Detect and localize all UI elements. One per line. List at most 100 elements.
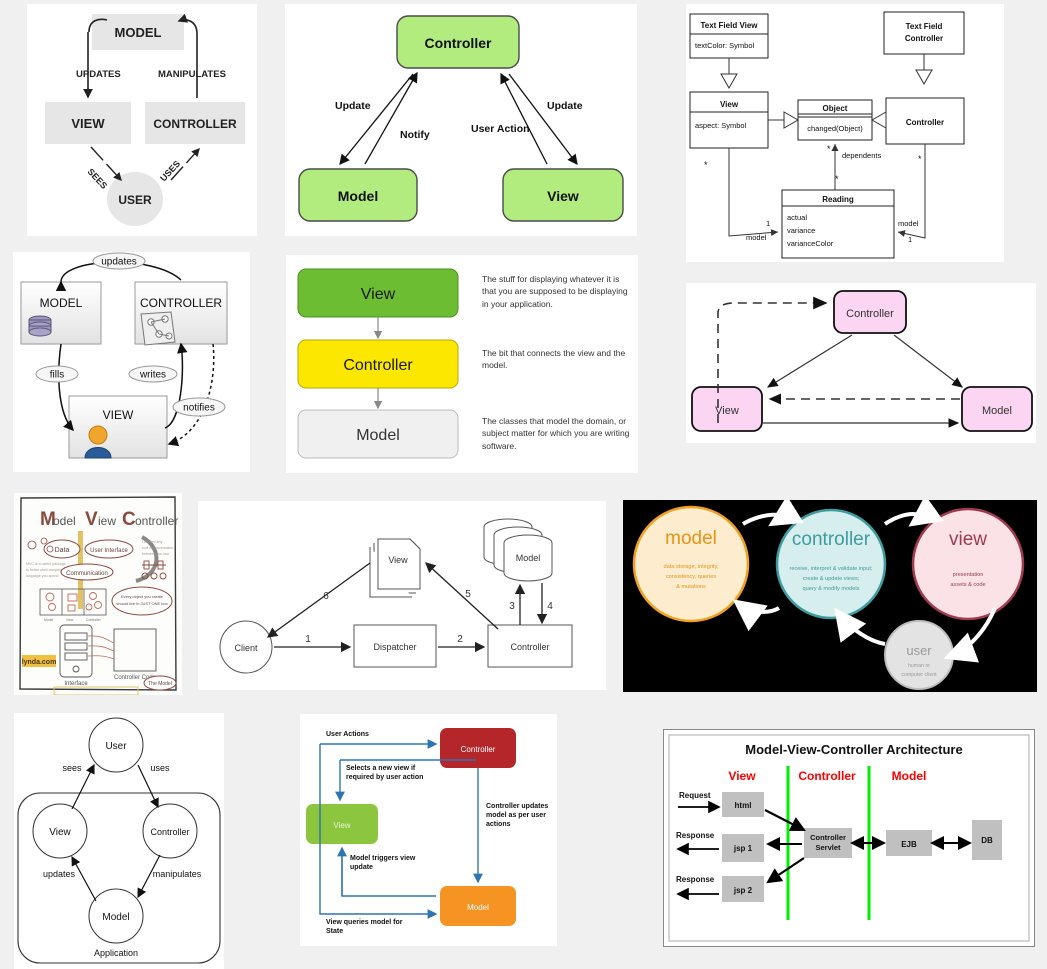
diagram-dispatcher-flow: Client Dispatcher Controller View Model xyxy=(198,501,606,690)
controller-label: Controller xyxy=(343,357,413,374)
diagram-uml-class: Text Field View textColor: Symbol Text F… xyxy=(686,4,1004,262)
model-cylinder-stack-icon xyxy=(483,518,553,582)
updates-label: updates xyxy=(101,257,137,268)
bubble-ui: User Interface xyxy=(90,548,128,554)
sees-label: SEES xyxy=(86,167,110,191)
sketch-title-odel: odel xyxy=(53,514,76,528)
response-2-label: Response xyxy=(676,875,715,884)
svg-text:View: View xyxy=(66,618,74,622)
controller-circle xyxy=(775,508,887,620)
database-icon xyxy=(28,315,52,337)
mvc-circles-dark-svg: model data storage, integrity, consisten… xyxy=(623,500,1037,692)
mult-one-right: 1 xyxy=(908,235,912,244)
user-label: user xyxy=(906,643,932,658)
notify-label: Notify xyxy=(400,129,430,141)
reading-attr-variancecolor: varianceColor xyxy=(787,239,834,248)
manipulates-label: MANIPULATES xyxy=(158,69,226,80)
lynda-logo: lynda.com xyxy=(22,659,57,666)
model-label: model xyxy=(665,528,717,549)
svg-text:computer client: computer client xyxy=(901,672,937,678)
controller-label: Controller xyxy=(461,745,496,754)
mvc-architecture-jsp-svg: Model-View-Controller Architecture View … xyxy=(668,734,1030,942)
view-column-label: View xyxy=(728,769,756,783)
reading-attr-variance: variance xyxy=(787,226,815,235)
request-label: Request xyxy=(679,791,711,800)
mult-star-object: * xyxy=(827,144,831,154)
text-field-controller-name: Controller xyxy=(905,34,943,43)
sees-label: sees xyxy=(62,763,82,773)
svg-text:Every object you create: Every object you create xyxy=(121,594,164,599)
client-label: Client xyxy=(234,643,258,653)
step-6-label: 6 xyxy=(323,591,329,602)
controller-label: Controller xyxy=(425,35,492,51)
mvc-grey-blocks-svg: MODEL VIEW CONTROLLER USER UPDATES MANIP… xyxy=(45,13,245,226)
diagram-mvc-blue-arrows: Controller View Model User Actions Selec… xyxy=(300,714,557,946)
view-label: View xyxy=(361,286,396,303)
mvc-described-stack-svg: View Controller Model The stuff for disp… xyxy=(297,268,629,459)
model-label: Model xyxy=(102,912,129,923)
model-column-label: Model xyxy=(892,769,927,783)
mult-star-reading: * xyxy=(835,174,839,184)
step-1-label: 1 xyxy=(305,634,311,645)
diagram-mvc-circle-application: User View Controller Model sees uses upd… xyxy=(14,713,224,969)
svg-text:between you two: between you two xyxy=(142,552,169,556)
view-label: VIEW xyxy=(71,116,105,131)
svg-text:should live in JUST ONE box: should live in JUST ONE box xyxy=(116,601,168,606)
user-action-label: User Action xyxy=(471,123,530,135)
svg-text:Text Field: Text Field xyxy=(906,22,943,31)
db-label: DB xyxy=(981,836,993,845)
update-left-label: Update xyxy=(335,100,371,112)
controller-label: controller xyxy=(792,529,871,550)
step-3-label: 3 xyxy=(509,601,515,612)
architecture-title: Model-View-Controller Architecture xyxy=(745,742,962,757)
fills-label: fills xyxy=(50,370,64,381)
diagram-lynda-sketchnote: M odel V iew C ontroller Data User Inter… xyxy=(14,493,182,695)
svg-text:& mutations: & mutations xyxy=(676,584,706,590)
dependents-label: dependents xyxy=(842,151,881,160)
model-label-left: model xyxy=(746,233,767,242)
user-label: User xyxy=(105,741,127,752)
mvc-circle-application-svg: User View Controller Model sees uses upd… xyxy=(17,717,221,964)
model-label: MODEL xyxy=(115,25,162,40)
svg-text:Controller: Controller xyxy=(86,618,102,622)
diagram-mvc-green-triangle: Controller Model View Update Notify User… xyxy=(285,4,637,236)
diagram-mvc-described-stack: View Controller Model The stuff for disp… xyxy=(286,255,638,473)
application-label: Application xyxy=(94,948,138,958)
bubble-communication: Communication xyxy=(66,571,108,577)
user-actions-label: User Actions xyxy=(326,731,369,738)
svg-text:presentation: presentation xyxy=(953,572,984,578)
user-label: USER xyxy=(118,193,152,207)
writes-label: writes xyxy=(139,370,166,381)
dispatcher-label: Dispatcher xyxy=(373,642,416,652)
notifies-label: notifies xyxy=(183,403,215,414)
sketch-title-iew: iew xyxy=(98,514,116,528)
mvc-icons-svg: MODEL CONTROLLER VIEW updates fills writ… xyxy=(20,252,228,459)
view-label: View xyxy=(49,827,71,838)
view-class-name: View xyxy=(720,100,739,109)
view-label: View xyxy=(333,821,350,830)
dispatcher-flow-svg: Client Dispatcher Controller View Model xyxy=(219,518,573,674)
view-label: View xyxy=(388,555,408,565)
sketch-title-v: V xyxy=(85,509,98,530)
view-class-attr: aspect: Symbol xyxy=(695,121,747,130)
controller-label: CONTROLLER xyxy=(153,117,237,131)
lynda-sketchnote-svg: M odel V iew C ontroller Data User Inter… xyxy=(14,493,182,695)
updates-label: UPDATES xyxy=(76,69,121,80)
updates-label: updates xyxy=(43,869,76,879)
svg-text:Model: Model xyxy=(44,618,53,622)
diagram-mvc-architecture-jsp: Model-View-Controller Architecture View … xyxy=(663,729,1035,947)
svg-text:create & update views;: create & update views; xyxy=(803,576,860,582)
model-label: Model xyxy=(467,903,489,912)
mult-one-left: 1 xyxy=(766,219,770,228)
svg-text:Controller: Controller xyxy=(810,833,846,842)
svg-text:receive, interpret & validate: receive, interpret & validate input; xyxy=(789,566,872,572)
sketch-title-ontroller: ontroller xyxy=(135,514,178,528)
manipulates-label: manipulates xyxy=(153,869,202,879)
uml-class-svg: Text Field View textColor: Symbol Text F… xyxy=(689,11,965,259)
sketch-title-c: C xyxy=(122,509,136,530)
diagram-mvc-grey-blocks: MODEL VIEW CONTROLLER USER UPDATES MANIP… xyxy=(27,4,257,236)
model-label: Model xyxy=(338,188,378,204)
controller-class-name: Controller xyxy=(906,118,944,127)
step-2-label: 2 xyxy=(457,634,463,645)
svg-text:human or: human or xyxy=(908,663,930,669)
